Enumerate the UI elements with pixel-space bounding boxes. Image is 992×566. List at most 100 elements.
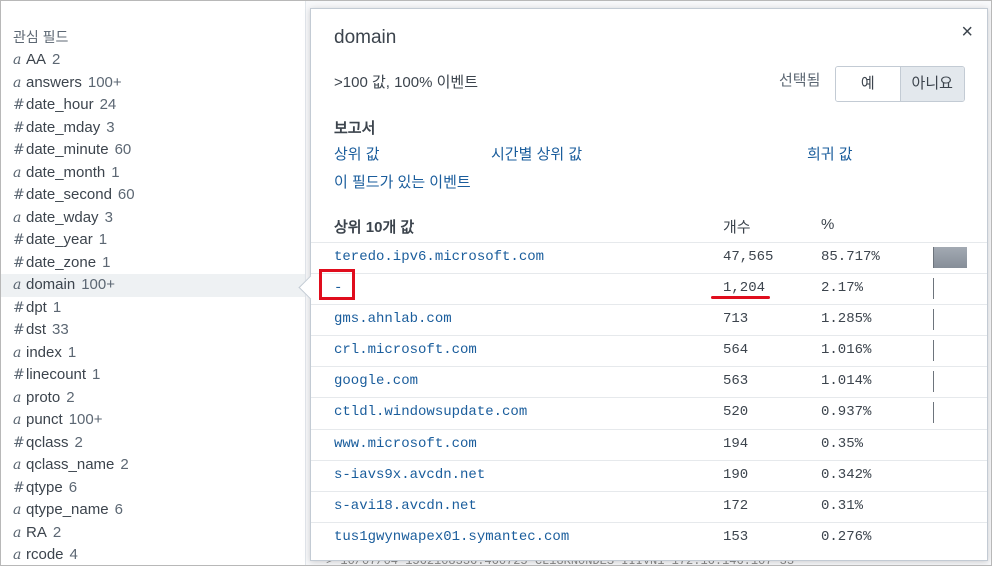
value-percent: 1.014%: [821, 373, 872, 390]
field-name: punct: [26, 411, 63, 428]
field-item-date_wday[interactable]: a date_wday 3: [1, 207, 305, 230]
field-type-icon: #: [13, 97, 25, 113]
field-item-dst[interactable]: #dst 33: [1, 319, 305, 342]
field-item-date_second[interactable]: #date_second 60: [1, 184, 305, 207]
value-link[interactable]: ctldl.windowsupdate.com: [334, 404, 527, 420]
field-name: date_second: [26, 186, 112, 203]
field-type-icon: #: [13, 232, 25, 248]
top-values-by-time-link[interactable]: 시간별 상위 값: [491, 143, 582, 164]
value-count: 1,204: [723, 280, 766, 297]
field-item-qclass_name[interactable]: a qclass_name 2: [1, 454, 305, 477]
value-link[interactable]: s-avi18.avcdn.net: [334, 498, 477, 514]
value-link[interactable]: crl.microsoft.com: [334, 342, 477, 358]
value-count: 194: [723, 435, 749, 452]
value-count: 563: [723, 373, 749, 390]
field-type-icon: a: [13, 389, 22, 406]
field-item-aa[interactable]: a AA 2: [1, 49, 305, 72]
value-link[interactable]: www.microsoft.com: [334, 436, 477, 452]
value-count: 153: [723, 528, 749, 545]
field-name: date_year: [26, 231, 93, 248]
toggle-yes-button[interactable]: 예: [836, 67, 900, 101]
value-link[interactable]: google.com: [334, 373, 418, 389]
top-value-row[interactable]: s-avi18.avcdn.net 172 0.31%: [311, 490, 987, 522]
field-item-date_minute[interactable]: #date_minute 60: [1, 139, 305, 162]
field-item-qtype[interactable]: #qtype 6: [1, 477, 305, 500]
field-item-domain[interactable]: a domain 100+: [1, 274, 305, 297]
field-stats: >100 값, 100% 이벤트: [334, 74, 479, 91]
top-value-row[interactable]: tus1gwynwapex01.symantec.com 153 0.276%: [311, 521, 987, 553]
field-name: qclass_name: [26, 456, 115, 473]
field-type-icon: #: [13, 254, 25, 271]
value-link[interactable]: gms.ahnlab.com: [334, 311, 452, 327]
value-percent: 85.717%: [821, 249, 880, 265]
events-with-field-link[interactable]: 이 필드가 있는 이벤트: [334, 171, 471, 192]
toggle-no-button[interactable]: 아니요: [899, 67, 964, 101]
field-count: 2: [52, 51, 61, 68]
field-count: 1: [111, 163, 120, 181]
field-name: qclass: [26, 433, 69, 451]
field-item-linecount[interactable]: #linecount 1: [1, 364, 305, 387]
top-value-row[interactable]: -1,204 2.17%: [311, 273, 987, 304]
field-count: 100+: [81, 276, 115, 293]
value-percent: 1.285%: [821, 311, 872, 328]
top-value-row[interactable]: s-iavs9x.avcdn.net 190 0.342%: [311, 459, 987, 491]
top-value-row[interactable]: www.microsoft.com 194 0.35%: [311, 428, 987, 460]
rare-values-link[interactable]: 희귀 값: [807, 143, 853, 164]
field-name: dst: [26, 321, 47, 338]
value-percent: 0.35%: [821, 435, 864, 452]
field-item-qclass[interactable]: #qclass 2: [1, 432, 305, 455]
field-item-date_month[interactable]: a date_month 1: [1, 162, 305, 185]
top-value-row[interactable]: gms.ahnlab.com 713 1.285%: [311, 304, 987, 335]
percent-bar: [933, 340, 934, 362]
field-item-qtype_name[interactable]: a qtype_name 6: [1, 499, 305, 522]
reports-heading: 보고서: [334, 120, 376, 137]
field-name: date_wday: [26, 208, 99, 226]
value-count: 172: [723, 497, 749, 514]
field-item-rcode[interactable]: a rcode 4: [1, 544, 305, 565]
field-item-date_mday[interactable]: #date_mday 3: [1, 117, 305, 140]
field-item-date_year[interactable]: #date_year 1: [1, 229, 305, 252]
field-item-proto[interactable]: a proto 2: [1, 387, 305, 410]
field-item-index[interactable]: a index 1: [1, 342, 305, 365]
close-icon[interactable]: ×: [961, 21, 973, 44]
field-count: 33: [52, 321, 69, 338]
top-values-link[interactable]: 상위 값: [334, 143, 380, 164]
top-value-row[interactable]: google.com 563 1.014%: [311, 366, 987, 397]
value-count: 190: [723, 466, 749, 483]
value-link[interactable]: teredo.ipv6.microsoft.com: [334, 249, 544, 265]
value-link[interactable]: tus1gwynwapex01.symantec.com: [334, 529, 569, 545]
selected-toggle: 예 아니요: [835, 66, 965, 102]
field-item-ra[interactable]: a RA 2: [1, 522, 305, 545]
value-link[interactable]: s-iavs9x.avcdn.net: [334, 467, 485, 483]
value-count: 713: [723, 311, 749, 328]
field-list: a AA 2 a answers 100+ #date_hour 24 #date_mday 3 #…: [1, 49, 305, 565]
fields-sidebar: 관심 필드 a AA 2 a answers 100+ #date_hour 24 #date_…: [1, 1, 305, 565]
field-item-punct[interactable]: a punct 100+: [1, 409, 305, 432]
field-type-icon: a: [13, 412, 22, 428]
field-name: rcode: [26, 546, 64, 563]
field-count: 6: [68, 478, 78, 496]
field-name: qtype_name: [26, 501, 109, 518]
field-item-date_hour[interactable]: #date_hour 24: [1, 94, 305, 117]
field-count: 1: [98, 231, 108, 248]
percent-bar: [933, 278, 935, 300]
value-percent: 1.016%: [821, 342, 872, 359]
field-type-icon: #: [13, 119, 25, 136]
field-type-icon: a: [13, 164, 22, 181]
field-item-date_zone[interactable]: #date_zone 1: [1, 252, 305, 275]
top-value-row[interactable]: teredo.ipv6.microsoft.com 47,565 85.717%: [311, 242, 987, 273]
top-value-row[interactable]: crl.microsoft.com 564 1.016%: [311, 335, 987, 366]
field-item-dpt[interactable]: #dpt 1: [1, 297, 305, 320]
value-count: 564: [723, 342, 749, 359]
top-value-row[interactable]: ctldl.windowsupdate.com 520 0.937%: [311, 397, 987, 428]
field-count: 1: [92, 366, 101, 383]
top-values-table: teredo.ipv6.microsoft.com 47,565 85.717% -1…: [311, 242, 987, 553]
value-percent: 0.276%: [821, 528, 872, 545]
field-count: 60: [114, 141, 132, 158]
field-count: 1: [52, 298, 62, 316]
field-type-icon: a: [13, 457, 22, 473]
value-percent: 2.17%: [821, 280, 864, 297]
field-count: 2: [52, 523, 62, 541]
field-type-icon: a: [13, 524, 22, 541]
field-item-answers[interactable]: a answers 100+: [1, 72, 305, 95]
